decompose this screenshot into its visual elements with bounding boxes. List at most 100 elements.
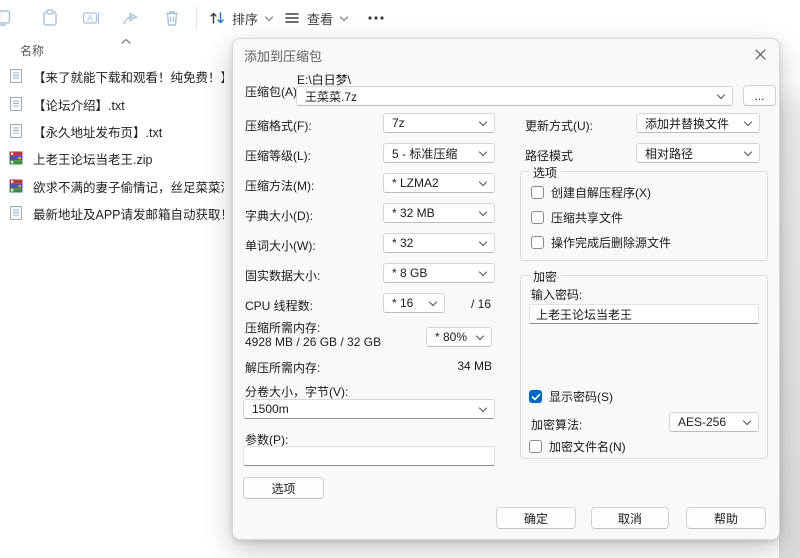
- window-edge: [779, 0, 800, 558]
- close-button[interactable]: [748, 42, 772, 66]
- password-label: 输入密码:: [531, 288, 583, 302]
- share-icon[interactable]: [121, 8, 141, 28]
- show-password-label: 显示密码(S): [549, 390, 613, 404]
- encrypt-filenames-checkbox[interactable]: 加密文件名(N): [529, 438, 626, 455]
- sort-ascending-indicator-icon: [121, 38, 131, 44]
- checkbox-icon: [529, 440, 542, 453]
- encrypt-filenames-label: 加密文件名(N): [549, 440, 626, 454]
- path-mode-select[interactable]: 相对路径: [636, 143, 760, 163]
- chevron-down-icon: [478, 120, 488, 126]
- encryption-method-select[interactable]: AES-256: [669, 412, 759, 432]
- ok-button-label: 确定: [523, 511, 548, 526]
- text-file-icon: [10, 124, 22, 138]
- chevron-down-icon: [339, 15, 349, 21]
- archive-label: 压缩包(A): [245, 85, 297, 99]
- memory-usage-value: * 80%: [435, 330, 468, 344]
- create-sfx-checkbox[interactable]: 创建自解压程序(X): [531, 184, 651, 201]
- update-mode-value: 添加并替换文件: [645, 116, 730, 131]
- archive-file-icon: [9, 151, 23, 165]
- decompress-memory-value: 34 MB: [457, 359, 492, 373]
- cpu-threads-value: * 16: [392, 296, 414, 310]
- rename-icon[interactable]: A: [81, 8, 101, 28]
- help-button[interactable]: 帮助: [686, 507, 766, 529]
- svg-text:A: A: [87, 13, 93, 23]
- solid-block-size-label: 固实数据大小:: [245, 269, 321, 283]
- file-row[interactable]: 【永久地址发布页】.txt: [8, 118, 224, 144]
- chevron-down-icon: [478, 150, 488, 156]
- archive-format-value: 7z: [392, 116, 405, 130]
- decompress-memory-label: 解压所需内存:: [245, 361, 321, 375]
- archive-format-select[interactable]: 7z: [383, 113, 495, 133]
- compress-memory-detail: 4928 MB / 26 GB / 32 GB: [245, 335, 382, 349]
- cpu-threads-max: / 16: [471, 297, 492, 311]
- browse-button-label: ...: [754, 88, 765, 103]
- ok-button[interactable]: 确定: [496, 507, 576, 529]
- archive-format-label: 压缩格式(F):: [245, 119, 312, 133]
- archive-name-combobox[interactable]: 王菜菜.7z: [296, 86, 733, 106]
- solid-block-size-value: * 8 GB: [392, 266, 428, 280]
- chevron-down-icon: [478, 240, 488, 246]
- file-name: 【永久地址发布页】.txt: [33, 125, 163, 140]
- password-input[interactable]: [529, 304, 759, 324]
- solid-block-size-select[interactable]: * 8 GB: [383, 263, 495, 283]
- chevron-down-icon: [264, 15, 274, 21]
- chevron-down-icon: [478, 406, 488, 412]
- encryption-group: 加密 输入密码: 显示密码(S) 加密算法: AES-256 加密文件名(N): [520, 268, 768, 459]
- show-password-checkbox[interactable]: 显示密码(S): [529, 388, 613, 405]
- view-icon: [285, 13, 299, 23]
- file-row[interactable]: 欲求不满的妻子偷情记，丝足菜菜淫穴榨...: [8, 173, 224, 199]
- options-group: 选项 创建自解压程序(X) 压缩共享文件 操作完成后删除源文件: [520, 164, 768, 261]
- encryption-group-legend: 加密: [529, 268, 562, 285]
- delete-after-checkbox[interactable]: 操作完成后删除源文件: [531, 234, 671, 251]
- delete-icon[interactable]: [162, 8, 182, 28]
- column-header-name[interactable]: 名称: [20, 42, 44, 59]
- create-sfx-label: 创建自解压程序(X): [551, 186, 651, 200]
- file-name: 上老王论坛当老王.zip: [33, 152, 153, 167]
- text-file-icon: [10, 97, 22, 111]
- options-button[interactable]: 选项: [243, 477, 324, 499]
- cancel-button[interactable]: 取消: [591, 507, 669, 529]
- file-name: 【论坛介绍】.txt: [33, 98, 125, 113]
- file-row[interactable]: 【来了就能下载和观看！纯免费！】.txt: [8, 63, 224, 89]
- help-button-label: 帮助: [713, 511, 738, 526]
- file-name: 【来了就能下载和观看！纯免费！】.txt: [33, 70, 224, 85]
- view-label: 查看: [307, 11, 334, 27]
- compression-level-value: 5 - 标准压缩: [392, 146, 458, 161]
- chevron-down-icon: [743, 120, 753, 126]
- word-size-value: * 32: [392, 236, 414, 250]
- browse-button[interactable]: ...: [743, 85, 776, 106]
- archive-name-value: 王菜菜.7z: [305, 89, 358, 104]
- toolbar-separator: [196, 7, 197, 29]
- encryption-method-label: 加密算法:: [531, 418, 583, 432]
- view-control[interactable]: 查看: [283, 5, 349, 31]
- close-icon: [754, 48, 766, 60]
- dialog-title: 添加到压缩包: [244, 49, 323, 64]
- file-row[interactable]: 最新地址及APP请发邮箱自动获取！！！...: [8, 200, 224, 226]
- compress-shared-checkbox[interactable]: 压缩共享文件: [531, 209, 623, 226]
- copy-icon[interactable]: [0, 8, 13, 28]
- file-row[interactable]: 上老王论坛当老王.zip: [8, 145, 224, 171]
- sort-icon: [210, 12, 224, 24]
- word-size-select[interactable]: * 32: [383, 233, 495, 253]
- file-row[interactable]: 【论坛介绍】.txt: [8, 91, 224, 117]
- compression-method-select[interactable]: * LZMA2: [383, 173, 495, 193]
- cpu-threads-select[interactable]: * 16: [383, 293, 445, 313]
- parameters-input[interactable]: [243, 446, 495, 466]
- dictionary-size-value: * 32 MB: [392, 206, 435, 220]
- paste-icon[interactable]: [40, 8, 60, 28]
- chevron-down-icon: [478, 210, 488, 216]
- chevron-down-icon: [478, 180, 488, 186]
- compress-memory-label: 压缩所需内存:: [245, 321, 321, 335]
- sort-control[interactable]: 排序: [208, 5, 274, 31]
- archive-file-icon: [9, 179, 23, 193]
- memory-usage-select[interactable]: * 80%: [426, 327, 492, 347]
- update-mode-select[interactable]: 添加并替换文件: [636, 113, 760, 133]
- checkbox-icon: [531, 186, 544, 199]
- more-options-button[interactable]: [362, 8, 390, 28]
- cpu-threads-label: CPU 线程数:: [245, 299, 314, 313]
- add-to-archive-dialog: 添加到压缩包 压缩包(A) E:\白日梦\ 王菜菜.7z ... 压缩格式(F)…: [232, 38, 780, 540]
- options-group-legend: 选项: [529, 164, 562, 181]
- compression-level-select[interactable]: 5 - 标准压缩: [383, 143, 495, 163]
- volume-size-combobox[interactable]: 1500m: [243, 399, 495, 419]
- dictionary-size-select[interactable]: * 32 MB: [383, 203, 495, 223]
